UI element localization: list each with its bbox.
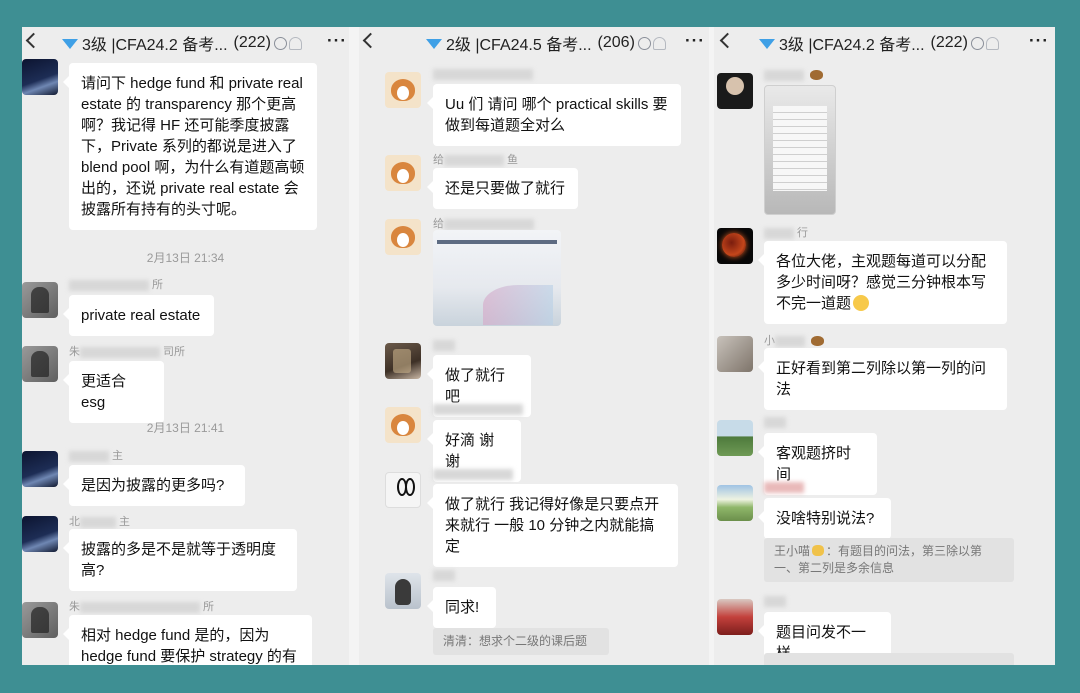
avatar[interactable]: [22, 602, 58, 638]
member-count: (222): [233, 34, 271, 51]
sender-name: [433, 403, 526, 415]
avatar[interactable]: [717, 485, 753, 521]
sender-name: 行: [764, 224, 808, 240]
sender-name: [764, 416, 789, 428]
sender-name: 小: [764, 332, 824, 348]
more-menu-icon[interactable]: ···: [1029, 31, 1049, 51]
message-bubble[interactable]: private real estate: [63, 295, 214, 336]
chat-panel-3: 3级 |CFA24.2 备考... (222) ··· 行 各位大佬，主观题每道…: [714, 27, 1055, 665]
chat-header: 3级 |CFA24.2 备考... (222) ···: [22, 27, 349, 57]
more-menu-icon[interactable]: ···: [685, 31, 705, 51]
avatar[interactable]: [385, 343, 421, 379]
more-menu-icon[interactable]: ···: [327, 31, 347, 51]
back-arrow-icon[interactable]: [362, 32, 379, 49]
message-bubble[interactable]: 请问下 hedge fund 和 private real estate 的 t…: [63, 63, 317, 230]
back-arrow-icon[interactable]: [719, 32, 736, 49]
screenshot-collage: 3级 |CFA24.2 备考... (222) ··· 请问下 hedge fu…: [22, 27, 1055, 665]
quoted-reply[interactable]: 清清：想求个二级的课后题: [433, 628, 609, 655]
group-title: 3级 |CFA24.2 备考...: [779, 37, 925, 54]
message-bubble[interactable]: 做了就行 我记得好像是只要点开来就行 一般 10 分钟之内就能搞定: [427, 484, 678, 567]
member-count: (206): [597, 34, 635, 51]
image-message[interactable]: [764, 85, 836, 215]
diamond-icon: [759, 39, 775, 49]
avatar[interactable]: [717, 228, 753, 264]
sender-name: [764, 481, 807, 493]
image-message[interactable]: [433, 230, 561, 326]
group-title: 3级 |CFA24.2 备考...: [82, 37, 228, 54]
sender-name: 所: [69, 276, 163, 292]
avatar[interactable]: [385, 573, 421, 609]
mute-bell-icon: [985, 36, 999, 50]
chat-icon: [273, 36, 287, 50]
chat-icon: [970, 36, 984, 50]
message-bubble[interactable]: 还是只要做了就行: [427, 168, 578, 209]
avatar[interactable]: [22, 346, 58, 382]
sender-name: [433, 68, 536, 80]
sender-name: 主: [69, 447, 123, 463]
avatar[interactable]: [717, 420, 753, 456]
avatar[interactable]: [717, 73, 753, 109]
chat-header: 3级 |CFA24.2 备考... (222) ···: [714, 27, 1055, 57]
group-title: 2级 |CFA24.5 备考...: [446, 37, 592, 54]
chat-panel-1: 3级 |CFA24.2 备考... (222) ··· 请问下 hedge fu…: [22, 27, 349, 665]
avatar[interactable]: [22, 59, 58, 95]
sender-name: [433, 339, 458, 351]
timestamp: 2月13日 21:34: [146, 251, 225, 265]
sender-name: 朱所: [69, 601, 214, 613]
chat-panel-2: 2级 |CFA24.5 备考... (206) ··· Uu 们 请问 哪个 p…: [359, 27, 709, 665]
member-count: (222): [930, 34, 968, 51]
message-bubble[interactable]: 相对 hedge fund 是的，因为 hedge fund 要保护 strat…: [63, 615, 312, 665]
avatar[interactable]: [717, 599, 753, 635]
quoted-reply-cutoff: [764, 653, 1014, 665]
avatar[interactable]: [385, 72, 421, 108]
message-bubble[interactable]: 是因为披露的更多吗?: [63, 465, 245, 506]
avatar[interactable]: [22, 282, 58, 318]
smile-emoji-icon: [853, 295, 870, 311]
message-bubble[interactable]: 同求!: [427, 587, 496, 628]
cat-emoji-icon: [812, 545, 825, 556]
sender-name: [433, 569, 458, 581]
quoted-reply[interactable]: 王小喵 ：有题目的问法，第三除以第一、第二列是多余信息: [764, 538, 1014, 582]
panel-divider: [349, 27, 359, 665]
avatar[interactable]: [22, 516, 58, 552]
sender-name: 朱司所: [69, 346, 185, 358]
avatar[interactable]: [22, 451, 58, 487]
message-bubble[interactable]: 没啥特别说法?: [758, 498, 891, 539]
back-arrow-icon[interactable]: [25, 32, 42, 49]
message-bubble[interactable]: 正好看到第二列除以第一列的问法: [758, 348, 1007, 410]
chat-icon: [637, 36, 651, 50]
message-bubble[interactable]: 披露的多是不是就等于透明度高?: [63, 529, 297, 591]
bear-emoji-icon: [810, 70, 823, 81]
bear-emoji-icon: [811, 336, 824, 347]
avatar[interactable]: [385, 407, 421, 443]
sender-name: [433, 468, 516, 480]
diamond-icon: [426, 39, 442, 49]
message-bubble[interactable]: Uu 们 请问 哪个 practical skills 要做到每道题全对么: [427, 84, 681, 146]
avatar[interactable]: [385, 472, 421, 508]
sender-name: [764, 595, 789, 607]
sender-name: 给鱼: [433, 154, 518, 166]
message-bubble[interactable]: 更适合 esg: [63, 361, 164, 423]
sender-name: [764, 69, 823, 81]
mute-bell-icon: [288, 36, 302, 50]
sender-name: 给: [433, 215, 537, 231]
mute-bell-icon: [652, 36, 666, 50]
sender-name: 北主: [69, 516, 130, 528]
avatar[interactable]: [385, 155, 421, 191]
timestamp: 2月13日 21:41: [146, 421, 225, 435]
message-bubble[interactable]: 各位大佬，主观题每道可以分配多少时间呀？感觉三分钟根本写不完一道题: [758, 241, 1007, 324]
chat-header: 2级 |CFA24.5 备考... (206) ···: [359, 27, 709, 57]
diamond-icon: [62, 39, 78, 49]
avatar[interactable]: [385, 219, 421, 255]
avatar[interactable]: [717, 336, 753, 372]
